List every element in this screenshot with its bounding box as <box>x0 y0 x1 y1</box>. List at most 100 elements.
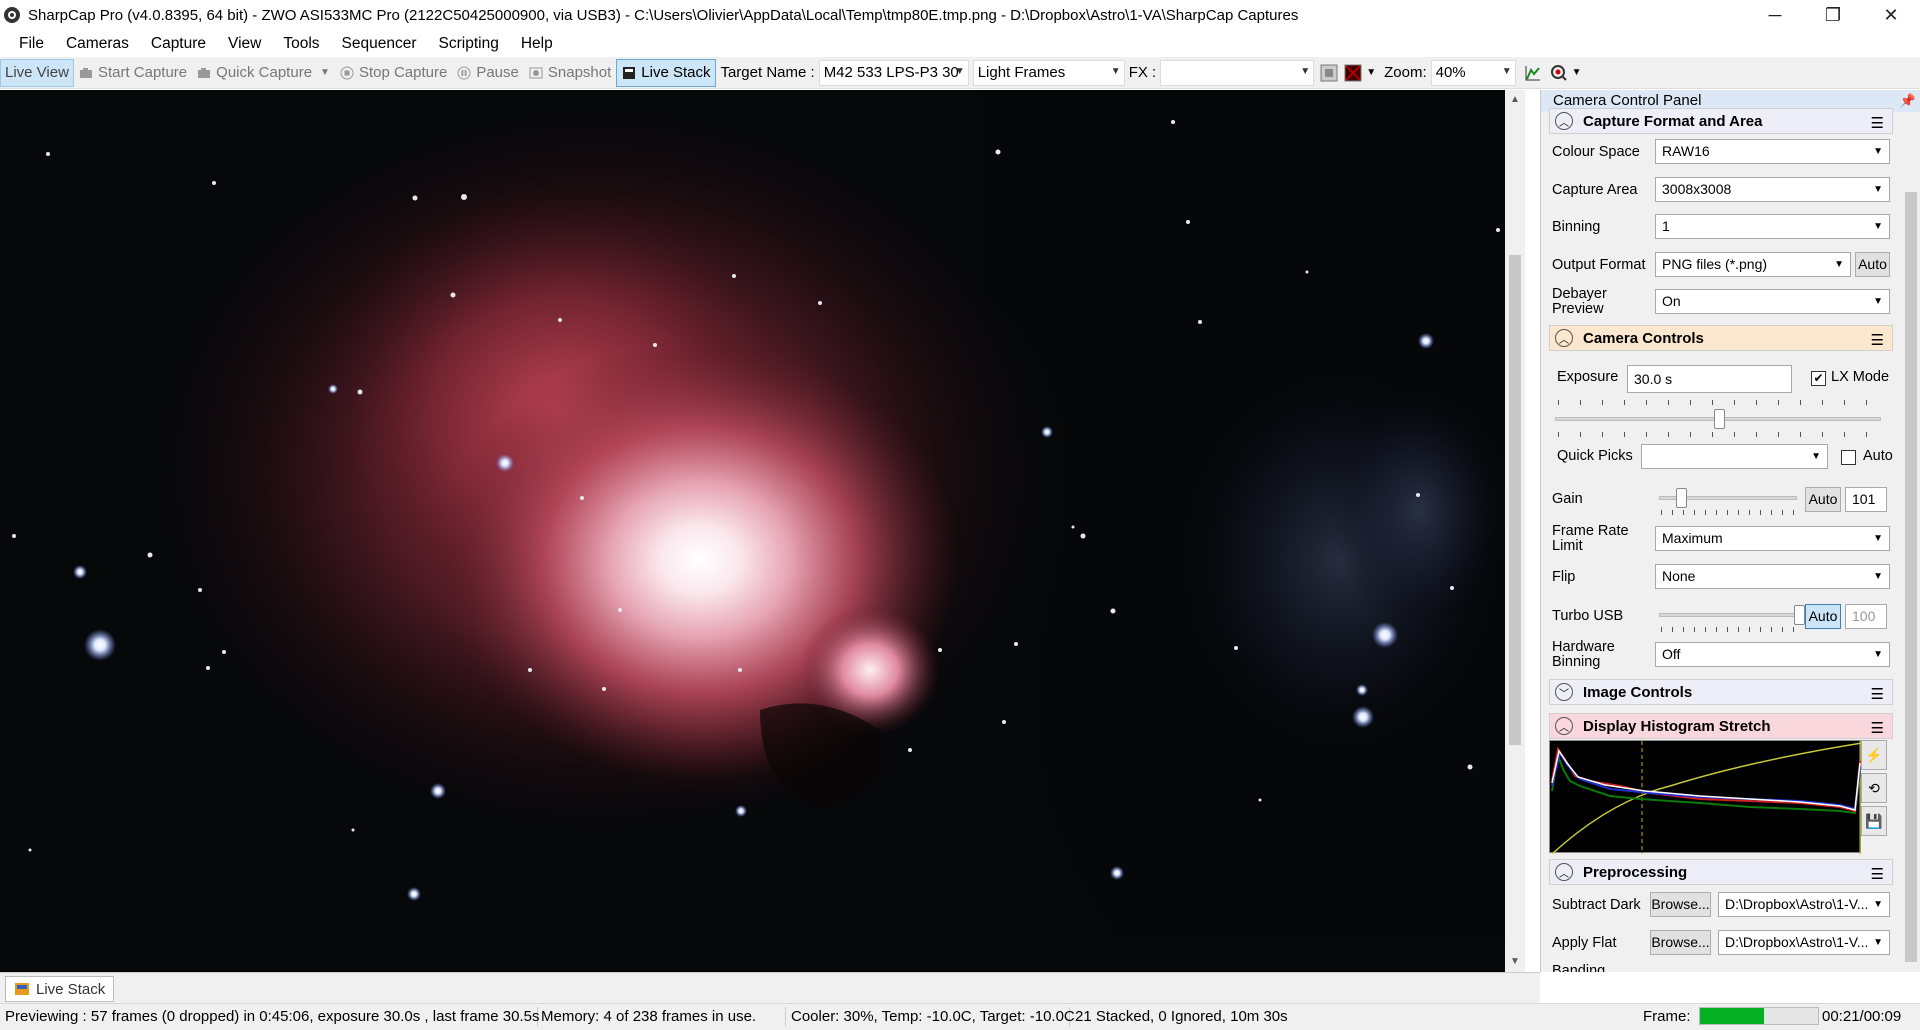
debayer-preview-select[interactable]: On ▼ <box>1655 289 1890 314</box>
frame-label: Frame: <box>1643 1007 1691 1025</box>
panel-scroll-thumb[interactable] <box>1905 192 1917 962</box>
hamburger-menu-icon[interactable]: ☰ <box>1871 685 1884 703</box>
chevron-down-icon: ▼ <box>1873 937 1883 948</box>
turbo-slider-track[interactable] <box>1659 613 1797 617</box>
live-image-viewport[interactable] <box>0 90 1505 972</box>
pin-icon[interactable]: 📌 <box>1900 90 1916 112</box>
section-preprocessing-title: Preprocessing <box>1583 863 1688 881</box>
gain-value-input[interactable]: 101 <box>1845 487 1887 512</box>
exposure-slider-thumb[interactable] <box>1714 409 1725 429</box>
output-format-auto-button[interactable]: Auto <box>1855 252 1890 277</box>
reset-icon[interactable]: ⟲ <box>1861 773 1887 803</box>
gain-slider-thumb[interactable] <box>1676 488 1687 508</box>
scroll-thumb[interactable] <box>1509 255 1521 745</box>
minimize-button[interactable]: ─ <box>1746 0 1804 30</box>
tab-live-stack-label: Live Stack <box>36 980 106 998</box>
chevron-down-icon[interactable]: ▼ <box>1366 67 1376 78</box>
scroll-up-icon[interactable]: ▲ <box>1505 90 1525 110</box>
section-image-controls[interactable]: ﹀ Image Controls ☰ <box>1549 679 1893 705</box>
close-button[interactable]: ✕ <box>1862 0 1920 30</box>
snapshot-icon <box>529 67 543 78</box>
live-stack-tab-icon <box>15 983 29 995</box>
focus-assist-icon[interactable] <box>1550 64 1568 82</box>
turbo-auto-button[interactable]: Auto <box>1805 604 1841 629</box>
capture-area-select[interactable]: 3008x3008 ▼ <box>1655 177 1890 202</box>
turbo-value-input[interactable]: 100 <box>1845 604 1887 629</box>
subtract-dark-select[interactable]: D:\Dropbox\Astro\1-V... ▼ <box>1718 892 1890 917</box>
binning-value: 1 <box>1662 218 1670 234</box>
apply-flat-select[interactable]: D:\Dropbox\Astro\1-V... ▼ <box>1718 930 1890 955</box>
image-vertical-scrollbar[interactable]: ▲ ▼ <box>1505 90 1525 972</box>
menu-help[interactable]: Help <box>510 35 564 53</box>
chevron-down-icon[interactable]: ▼ <box>1572 67 1582 78</box>
chevron-down-icon: ▼ <box>1834 259 1844 270</box>
collapse-icon[interactable]: ︿ <box>1555 329 1573 347</box>
chevron-down-icon: ▼ <box>1873 296 1883 307</box>
colour-space-select[interactable]: RAW16 ▼ <box>1655 139 1890 164</box>
fx-select[interactable]: ▼ <box>1160 59 1315 86</box>
output-format-select[interactable]: PNG files (*.png) ▼ <box>1655 252 1851 277</box>
target-name-combo[interactable]: M42 533 LPS-P3 30 ▼ <box>818 59 969 86</box>
menu-view[interactable]: View <box>217 35 272 53</box>
zoom-select[interactable]: 40% ▼ <box>1430 59 1516 86</box>
chevron-down-icon: ▼ <box>1873 533 1883 544</box>
menu-file[interactable]: File <box>8 35 55 53</box>
menu-scripting[interactable]: Scripting <box>428 35 510 53</box>
stop-capture-button[interactable]: Stop Capture <box>335 59 452 87</box>
pause-button[interactable]: Pause <box>452 59 524 87</box>
hamburger-menu-icon[interactable]: ☰ <box>1871 719 1884 737</box>
apply-flat-browse-button[interactable]: Browse... <box>1650 930 1711 955</box>
section-capture-format[interactable]: ︿ Capture Format and Area ☰ <box>1549 108 1893 134</box>
tab-live-stack[interactable]: Live Stack <box>5 976 115 1002</box>
subtract-dark-path: D:\Dropbox\Astro\1-V... <box>1725 896 1869 912</box>
histogram-display[interactable] <box>1549 740 1863 855</box>
quick-picks-select[interactable]: ▼ <box>1641 444 1828 469</box>
hamburger-menu-icon[interactable]: ☰ <box>1871 114 1884 132</box>
quick-capture-button[interactable]: Quick Capture ▼ <box>192 59 335 87</box>
menu-sequencer[interactable]: Sequencer <box>331 35 428 53</box>
flip-select[interactable]: None ▼ <box>1655 564 1890 589</box>
section-preprocessing[interactable]: ︿ Preprocessing ☰ <box>1549 859 1893 885</box>
collapse-icon[interactable]: ︿ <box>1555 112 1573 130</box>
stop-capture-label: Stop Capture <box>358 64 448 81</box>
section-camera-controls[interactable]: ︿ Camera Controls ☰ <box>1549 325 1893 351</box>
menu-tools[interactable]: Tools <box>272 35 330 53</box>
lx-mode-checkbox[interactable]: ✔ <box>1811 371 1826 386</box>
reticle-icon[interactable] <box>1320 64 1338 82</box>
frame-progress-group: Frame: <box>1643 1007 1819 1025</box>
snapshot-button[interactable]: Snapshot <box>524 59 616 87</box>
camera-control-panel: Camera Control Panel 📌 ︿ Capture Format a… <box>1540 90 1920 972</box>
exposure-input[interactable]: 30.0 s <box>1627 365 1792 393</box>
live-stack-button[interactable]: Live Stack <box>616 58 717 87</box>
camera-icon <box>198 67 211 78</box>
chevron-down-icon[interactable]: ▼ <box>320 67 330 78</box>
hw-binning-select[interactable]: Off ▼ <box>1655 642 1890 667</box>
histogram-chart-icon[interactable] <box>1524 64 1542 82</box>
gain-auto-button[interactable]: Auto <box>1805 487 1841 512</box>
quick-picks-auto-checkbox[interactable] <box>1841 450 1856 465</box>
live-view-button[interactable]: Live View <box>0 58 74 87</box>
section-histogram-stretch[interactable]: ︿ Display Histogram Stretch ☰ <box>1549 713 1893 739</box>
stop-icon <box>340 66 354 79</box>
target-name-label: Target Name : <box>720 64 815 81</box>
scroll-down-icon[interactable]: ▼ <box>1505 952 1525 972</box>
frame-rate-select[interactable]: Maximum ▼ <box>1655 526 1890 551</box>
hamburger-menu-icon[interactable]: ☰ <box>1871 331 1884 349</box>
save-icon[interactable]: 💾 <box>1861 806 1887 836</box>
subtract-dark-browse-button[interactable]: Browse... <box>1650 892 1711 917</box>
turbo-slider-thumb[interactable] <box>1794 605 1805 625</box>
start-capture-button[interactable]: Start Capture <box>74 59 192 87</box>
expand-icon[interactable]: ﹀ <box>1555 683 1573 701</box>
hamburger-menu-icon[interactable]: ☰ <box>1871 865 1884 883</box>
frame-type-select[interactable]: Light Frames ▼ <box>972 59 1125 86</box>
menu-cameras[interactable]: Cameras <box>55 35 140 53</box>
restore-button[interactable]: ❐ <box>1804 0 1862 30</box>
color-overlay-icon[interactable] <box>1344 64 1362 82</box>
collapse-icon[interactable]: ︿ <box>1555 717 1573 735</box>
panel-scrollbar[interactable] <box>1902 112 1920 972</box>
menu-capture[interactable]: Capture <box>140 35 217 53</box>
binning-select[interactable]: 1 ▼ <box>1655 214 1890 239</box>
collapse-icon[interactable]: ︿ <box>1555 863 1573 881</box>
auto-stretch-icon[interactable]: ⚡ <box>1861 740 1887 770</box>
status-bar: Previewing : 57 frames (0 dropped) in 0:… <box>0 1003 1920 1030</box>
